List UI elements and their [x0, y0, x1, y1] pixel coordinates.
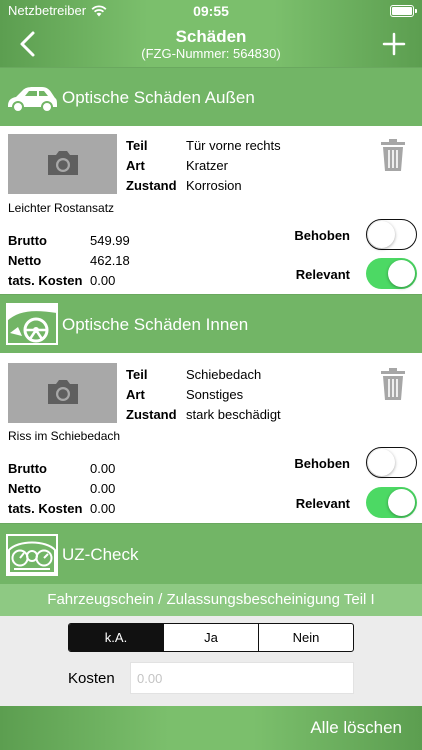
section-header-outside[interactable]: Optische Schäden Außen [0, 67, 422, 126]
delete-damage-button-1[interactable] [380, 138, 406, 172]
uz-check-item-title: Fahrzeugschein / Zulassungsbescheinigung… [0, 584, 422, 616]
damage-card-1[interactable]: Teil Tür vorne rechts Art Kratzer Zustan… [0, 126, 422, 294]
art-label: Art [126, 158, 145, 173]
teil-label: Teil [126, 138, 148, 153]
actual-cost-value: 0.00 [90, 501, 116, 516]
netto-label: Netto [8, 481, 42, 496]
damage-description: Leichter Rostansatz [8, 201, 115, 215]
status-bar: Netzbetreiber 09:55 [8, 3, 417, 21]
netto-value: 0.00 [90, 481, 116, 496]
actual-cost-label: tats. Kosten [8, 273, 83, 288]
delete-damage-button-2[interactable] [380, 367, 406, 401]
navigation-header: Netzbetreiber 09:55 Schäden (FZG-Nummer:… [0, 0, 422, 67]
section-title-inside: Optische Schäden Innen [62, 315, 249, 334]
zustand-label: Zustand [126, 407, 177, 422]
camera-icon [48, 380, 78, 404]
status-time: 09:55 [193, 3, 229, 19]
actual-cost-label: tats. Kosten [8, 501, 83, 516]
section-header-inside[interactable]: Optische Schäden Innen [0, 294, 422, 353]
vehicle-number: (FZG-Nummer: 564830) [141, 46, 281, 61]
relevant-toggle[interactable] [366, 258, 417, 289]
brutto-value: 0.00 [90, 461, 116, 476]
brutto-label: Brutto [8, 233, 47, 248]
art-value: Kratzer [186, 158, 228, 173]
netto-label: Netto [8, 253, 42, 268]
option-nein[interactable]: Nein [258, 624, 353, 651]
damage-description: Riss im Schiebedach [8, 429, 121, 443]
art-value: Sonstiges [186, 387, 244, 402]
trash-icon [381, 139, 405, 171]
zustand-label: Zustand [126, 178, 177, 193]
delete-all-button[interactable]: Alle löschen [310, 706, 402, 750]
behoben-toggle[interactable] [366, 447, 417, 478]
section-header-uz-check[interactable]: UZ-Check [0, 523, 422, 584]
footer-bar: Alle löschen [0, 706, 422, 750]
option-ja[interactable]: Ja [163, 624, 258, 651]
relevant-toggle[interactable] [366, 487, 417, 518]
damage-photo-2[interactable] [8, 363, 117, 423]
trash-icon [381, 368, 405, 400]
section-title-outside: Optische Schäden Außen [62, 88, 255, 107]
option-ka[interactable]: k.A. [69, 624, 163, 651]
teil-label: Teil [126, 367, 148, 382]
damage-card-2[interactable]: Teil Schiebedach Art Sonstiges Zustand s… [0, 353, 422, 523]
damage-photo-1[interactable] [8, 134, 117, 194]
battery-icon [390, 5, 417, 17]
brutto-label: Brutto [8, 461, 47, 476]
kosten-input[interactable] [130, 662, 354, 694]
brutto-value: 549.99 [90, 233, 130, 248]
zustand-value: stark beschädigt [186, 407, 281, 422]
plus-icon [382, 32, 406, 56]
relevant-label: Relevant [295, 267, 350, 282]
teil-value: Tür vorne rechts [186, 138, 281, 153]
uz-check-form: k.A. Ja Nein Kosten [0, 616, 422, 706]
zustand-value: Korrosion [186, 178, 242, 193]
section-title-uz-check: UZ-Check [62, 545, 139, 564]
page-title: Schäden [175, 27, 247, 46]
car-interior-icon [6, 303, 58, 345]
relevant-label: Relevant [295, 496, 350, 511]
camera-icon [48, 151, 78, 175]
netto-value: 462.18 [90, 253, 130, 268]
answer-segmented-control[interactable]: k.A. Ja Nein [68, 623, 354, 652]
kosten-label: Kosten [68, 670, 115, 687]
dashboard-icon [6, 534, 58, 576]
behoben-toggle[interactable] [366, 219, 417, 250]
add-damage-button[interactable] [380, 28, 408, 60]
car-exterior-icon [8, 87, 57, 113]
art-label: Art [126, 387, 145, 402]
behoben-label: Behoben [294, 456, 350, 471]
actual-cost-value: 0.00 [90, 273, 116, 288]
teil-value: Schiebedach [186, 367, 262, 382]
behoben-label: Behoben [294, 228, 350, 243]
